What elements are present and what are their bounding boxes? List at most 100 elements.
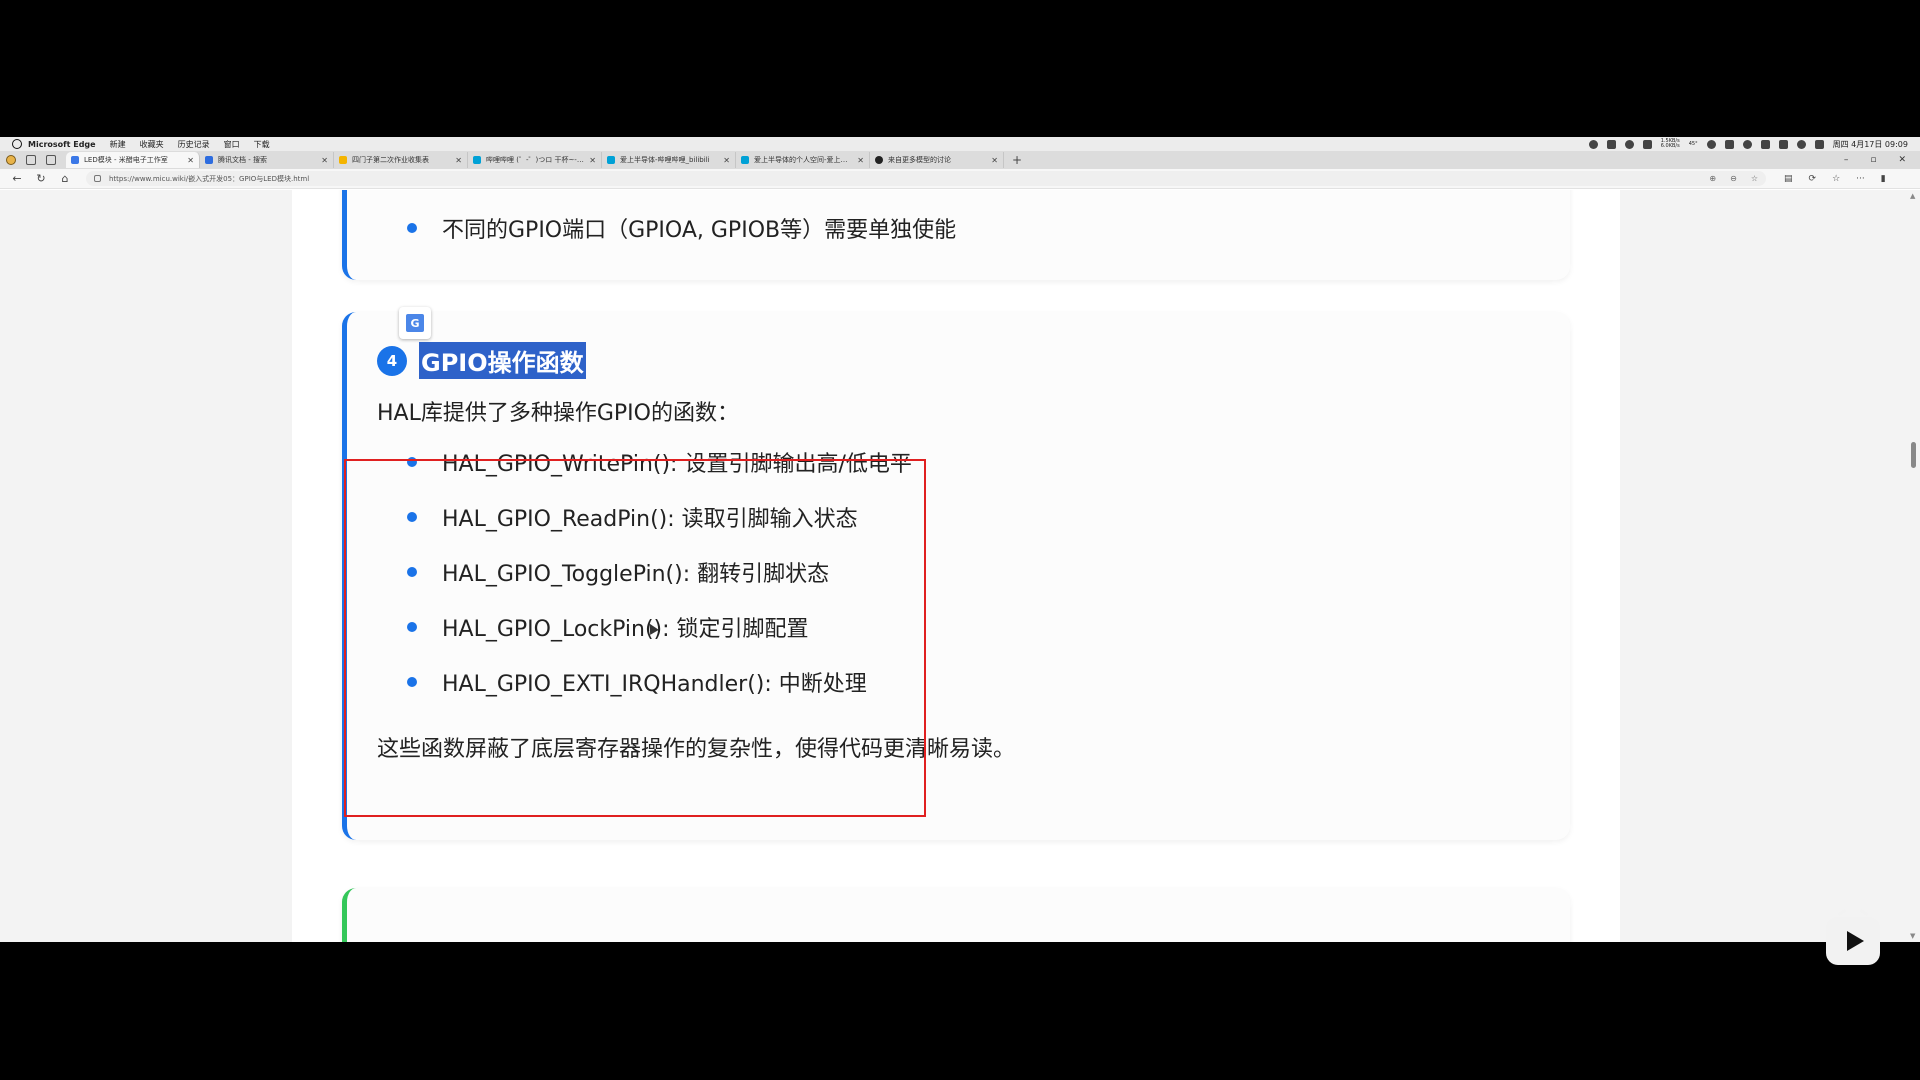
tab-favicon [205,156,213,164]
tab-favicon [741,156,749,164]
wifi-icon[interactable] [1742,139,1752,149]
tab-close-icon[interactable]: ✕ [857,156,864,165]
zoom-icon[interactable]: ⊕ [1709,174,1716,183]
cpu-temp: 45° [1688,140,1698,147]
tab-close-icon[interactable]: ✕ [187,156,194,165]
address-bar[interactable]: https://www.micu.wiki/嵌入式开发05：GPIO与LED模块… [86,171,1766,186]
page-scrollbar[interactable]: ▲ ▼ [1908,190,1920,942]
section-number-badge: 4 [377,345,407,376]
scroll-down-icon[interactable]: ▼ [1910,932,1915,940]
tab-close-icon[interactable]: ✕ [455,156,462,165]
profile-avatar-icon[interactable] [6,155,16,165]
tab-close-icon[interactable]: ✕ [321,156,328,165]
sidebar-icon[interactable]: ▮ [1881,174,1886,184]
tab-item[interactable]: 爱上半导体的个人空间-爱上半导体 ✕ [736,152,870,168]
net-down: 6.0KB/s [1660,143,1680,149]
menu-new[interactable]: 新建 [110,139,126,150]
video-play-button[interactable] [1826,908,1880,965]
translate-icon[interactable]: G [399,307,431,339]
window-controls: – ▫ ✕ [1844,155,1920,165]
volume-icon[interactable] [1760,139,1770,149]
url-text[interactable]: https://www.micu.wiki/嵌入式开发05：GPIO与LED模块… [109,174,1709,184]
workspaces-icon[interactable] [26,155,36,165]
display-icon[interactable] [1724,139,1734,149]
network-speed: 1.5KB/s 6.0KB/s [1661,139,1680,149]
tab-title: 爱上半导体-哔哩哔哩_bilibili [620,156,710,164]
web-page: 不同的GPIO端口（GPIOA, GPIOB等）需要单独使能 G 4 GPIO操… [0,190,1920,942]
tab-title: 来自更多模型的讨论 [888,156,951,164]
tab-title: 四门子第二次作业收集表 [352,156,429,164]
tab-title: 爱上半导体的个人空间-爱上半导体 [754,156,854,164]
tab-item[interactable]: LED模块 - 米醋电子工作室 ✕ [66,152,200,168]
translate-g-glyph: G [406,314,424,332]
address-bar-icons: ⊕ ⊖ ☆ [1709,174,1758,183]
list-item-text: 不同的GPIO端口（GPIOA, GPIOB等）需要单独使能 [442,218,957,243]
bluetooth-icon[interactable] [1706,139,1716,149]
scrollbar-thumb[interactable] [1911,442,1916,468]
scroll-up-icon[interactable]: ▲ [1910,192,1915,200]
annotation-highlight-box [344,459,926,817]
os-menubar: Microsoft Edge 新建 收藏夹 历史记录 窗口 下载 1.5KB/s… [0,137,1920,151]
tab-close-icon[interactable]: ✕ [723,156,730,165]
battery-icon[interactable] [1778,139,1788,149]
list-item: 不同的GPIO端口（GPIOA, GPIOB等）需要单独使能 [407,212,956,244]
apple-logo-icon[interactable] [12,139,22,149]
app-name-menu[interactable]: Microsoft Edge [28,140,96,149]
play-icon [1846,931,1864,951]
refresh-icon[interactable]: ↻ [34,172,48,185]
home-icon[interactable]: ⌂ [58,172,72,185]
close-window-icon[interactable]: ✕ [1898,155,1906,165]
menu-window[interactable]: 窗口 [224,139,240,150]
toolbar-right: ▤ ⟳ ☆ ··· ▮ [1784,174,1886,184]
search-icon[interactable] [1796,139,1806,149]
tab-close-icon[interactable]: ✕ [589,156,596,165]
menu-downloads[interactable]: 下载 [254,139,270,150]
section-intro: HAL库提供了多种操作GPIO的函数： [377,401,739,426]
control-center-icon[interactable] [1814,139,1824,149]
extensions-icon[interactable]: ⟳ [1809,174,1817,184]
tab-title: 哔哩哔哩 (゜-゜)つロ 干杯~-bilibili [486,156,586,164]
tab-title: 腾讯文档 - 搜索 [218,156,267,164]
tab-item[interactable]: 来自更多模型的讨论 ✕ [870,152,1004,168]
screen: Microsoft Edge 新建 收藏夹 历史记录 窗口 下载 1.5KB/s… [0,137,1920,942]
favorites-icon[interactable]: ☆ [1832,174,1840,184]
tab-item[interactable]: 四门子第二次作业收集表 ✕ [334,152,468,168]
tab-favicon [473,156,481,164]
tab-actions-icon[interactable] [46,155,56,165]
tray-app-icon[interactable] [1606,139,1616,149]
tab-item[interactable]: 腾讯文档 - 搜索 ✕ [200,152,334,168]
bullet-dot [407,223,417,233]
maximize-icon[interactable]: ▫ [1870,155,1876,165]
site-info-icon[interactable] [94,175,101,182]
menu-history[interactable]: 历史记录 [178,139,210,150]
new-tab-icon[interactable]: + [1012,153,1022,167]
section-heading: 4 GPIO操作函数 [377,342,586,379]
tray-app-icon[interactable] [1642,139,1652,149]
tab-item[interactable]: 爱上半导体-哔哩哔哩_bilibili ✕ [602,152,736,168]
favorite-star-icon[interactable]: ☆ [1751,174,1758,183]
system-tray: 1.5KB/s 6.0KB/s 45° 周四 4月17日 09:09 [1588,139,1920,150]
menu-favorites[interactable]: 收藏夹 [140,139,164,150]
tray-app-icon[interactable] [1588,139,1598,149]
tab-favicon [71,156,79,164]
tab-close-icon[interactable]: ✕ [991,156,998,165]
clock[interactable]: 周四 4月17日 09:09 [1833,139,1908,150]
previous-section-card: 不同的GPIO端口（GPIOA, GPIOB等）需要单独使能 [342,190,1570,280]
back-icon[interactable]: ← [10,172,24,185]
article-content: 不同的GPIO端口（GPIOA, GPIOB等）需要单独使能 G 4 GPIO操… [292,190,1620,942]
tab-tools [0,155,66,165]
tab-favicon [339,156,347,164]
tab-title: LED模块 - 米醋电子工作室 [84,156,168,164]
tab-strip: LED模块 - 米醋电子工作室 ✕ 腾讯文档 - 搜索 ✕ 四门子第二次作业收集… [0,151,1920,169]
split-screen-icon[interactable]: ▤ [1784,174,1793,184]
more-menu-icon[interactable]: ··· [1856,174,1865,184]
next-section-card [342,888,1570,942]
minimize-icon[interactable]: – [1844,155,1849,165]
tray-app-icon[interactable] [1624,139,1634,149]
section-title: GPIO操作函数 [419,342,586,379]
navigation-bar: ← ↻ ⌂ https://www.micu.wiki/嵌入式开发05：GPIO… [0,169,1920,189]
tracking-icon[interactable]: ⊖ [1730,174,1737,183]
tab-favicon [607,156,615,164]
tab-favicon [875,156,883,164]
tab-item[interactable]: 哔哩哔哩 (゜-゜)つロ 干杯~-bilibili ✕ [468,152,602,168]
